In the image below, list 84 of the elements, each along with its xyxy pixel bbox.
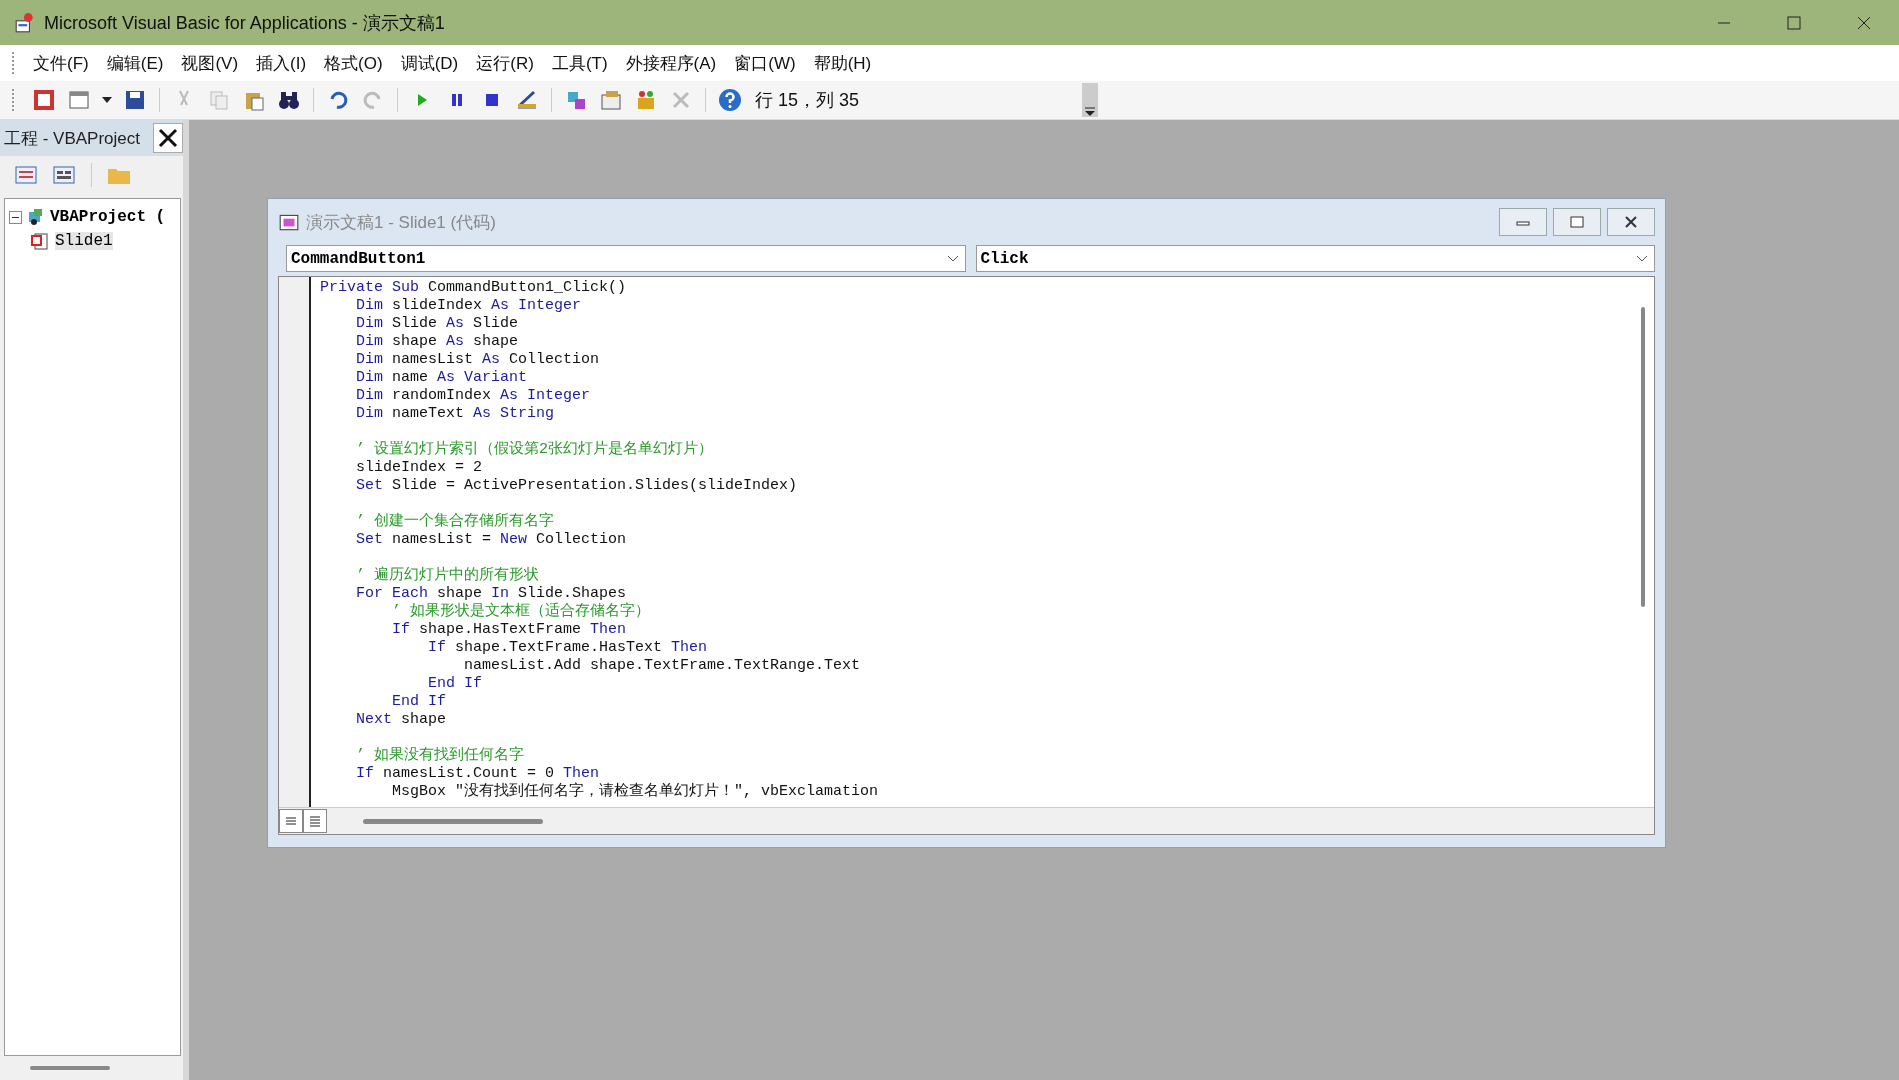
code-line: MsgBox ″没有找到任何名字，请检查名单幻灯片！″, vbExclamation (391, 783, 880, 801)
close-icon (1857, 15, 1871, 30)
code-line: For Each shape In Slide.Shapes (355, 585, 628, 602)
help-button[interactable] (716, 86, 744, 114)
ruler-pencil-icon (516, 89, 538, 111)
copy-icon (208, 89, 230, 111)
form-view-icon (53, 166, 75, 184)
scrollbar-thumb[interactable] (1641, 307, 1645, 607)
lines-icon (285, 816, 297, 826)
menu-item[interactable]: 外接程序(A) (617, 47, 725, 79)
chevron-icon (1636, 254, 1648, 263)
binoculars-icon (278, 90, 300, 110)
help-icon (718, 88, 742, 112)
procedure-dropdown[interactable]: Click (975, 245, 1655, 272)
code-line: If shape.HasTextFrame Then (391, 621, 628, 639)
code-line: ’ 遍历幻灯片中的所有形状 (355, 567, 540, 585)
cursor-position: 行 15，列 35 (755, 89, 861, 112)
form-icon (68, 89, 90, 111)
box-icon (635, 89, 657, 111)
restore-icon (1570, 216, 1584, 228)
panel-title: 工程 - VBAProject (4, 127, 141, 150)
minimize-button[interactable] (1499, 208, 1547, 236)
full-module-view-button[interactable] (303, 809, 327, 833)
code-line: ’ 如果没有找到任何名字 (355, 747, 525, 765)
menu-item[interactable]: 运行(R) (468, 47, 542, 79)
menu-item[interactable]: 帮助(H) (805, 47, 880, 79)
tools-icon (670, 89, 692, 111)
object-dropdown[interactable]: CommandButton1 (286, 245, 966, 272)
tree-item[interactable]: VBAProject ( (50, 208, 166, 226)
menu-item[interactable]: 编辑(E) (98, 47, 172, 79)
menu-item[interactable]: 工具(T) (543, 47, 616, 79)
code-line: ’ 创建一个集合存储所有名字 (355, 513, 555, 531)
code-line: If namesList.Count = 0 Then (355, 765, 601, 782)
code-line: Dim nameText As String (355, 405, 556, 423)
code-line: Set namesList = New Collection (355, 531, 628, 549)
properties-icon (600, 89, 622, 111)
minimize-icon (1717, 21, 1731, 24)
code-line: Dim slideIndex As Integer (355, 297, 583, 315)
code-line: If shape.TextFrame.HasText Then (427, 639, 709, 657)
code-line: slideIndex = 2 (355, 459, 484, 477)
code-line: Dim namesList As Collection (355, 351, 601, 369)
code-line: End If (391, 693, 448, 711)
close-button[interactable] (153, 123, 183, 153)
lines-icon (309, 815, 321, 827)
slide-icon (31, 231, 51, 251)
procedure-view-button[interactable] (279, 809, 303, 833)
menu-item[interactable]: 调试(D) (392, 47, 467, 79)
code-line: Private Sub CommandButton1_Click() (320, 279, 628, 297)
code-line: End If (427, 675, 484, 693)
close-icon (158, 128, 178, 148)
maximize-icon (1787, 15, 1801, 30)
code-line: namesList.Add shape.TextFrame.TextRange.Text (463, 657, 862, 675)
chevron-icon (946, 254, 959, 263)
menu-item[interactable]: 窗口(W) (726, 47, 804, 79)
scrollbar-thumb[interactable] (30, 1066, 110, 1070)
slide-icon (33, 89, 55, 111)
code-line: Dim Slide As Slide (355, 315, 520, 333)
app-icon (14, 11, 36, 34)
close-button[interactable] (1607, 208, 1655, 236)
caret-icon (102, 97, 112, 103)
code-line: Next shape (355, 711, 448, 729)
scrollbar-thumb[interactable] (363, 818, 543, 824)
minus-icon (12, 216, 19, 218)
restore-button[interactable] (1553, 208, 1601, 236)
code-line: Dim name As Variant (355, 369, 529, 387)
save-icon (124, 89, 146, 111)
window-title: Microsoft Visual Basic for Applications - 演示文稿1 (44, 11, 446, 35)
code-line: ’ 如果形状是文本框（适合存储名字） (391, 603, 651, 621)
menu-item[interactable]: 插入(I) (248, 47, 315, 79)
code-line: Dim randomIndex As Integer (355, 387, 592, 405)
close-icon (1624, 215, 1638, 229)
project-icon (565, 89, 587, 111)
caret-icon (1084, 107, 1096, 117)
tree-item[interactable]: Slide1 (55, 232, 113, 250)
code-line: ’ 设置幻灯片索引（假设第2张幻灯片是名单幻灯片） (355, 441, 714, 459)
code-line: Set Slide = ActivePresentation.Slides(slideIndex) (355, 477, 799, 495)
menu-item[interactable]: 视图(V) (173, 47, 247, 79)
menu-item[interactable]: 文件(F) (25, 47, 97, 79)
toolbar-options-button[interactable] (1082, 83, 1098, 117)
code-line: Dim shape As shape (355, 333, 520, 351)
menu-item[interactable]: 格式(O) (316, 47, 391, 79)
code-view-icon (15, 166, 37, 184)
collapse-toggle[interactable] (9, 210, 22, 224)
code-window-title: 演示文稿1 - Slide1 (代码) (306, 211, 497, 234)
